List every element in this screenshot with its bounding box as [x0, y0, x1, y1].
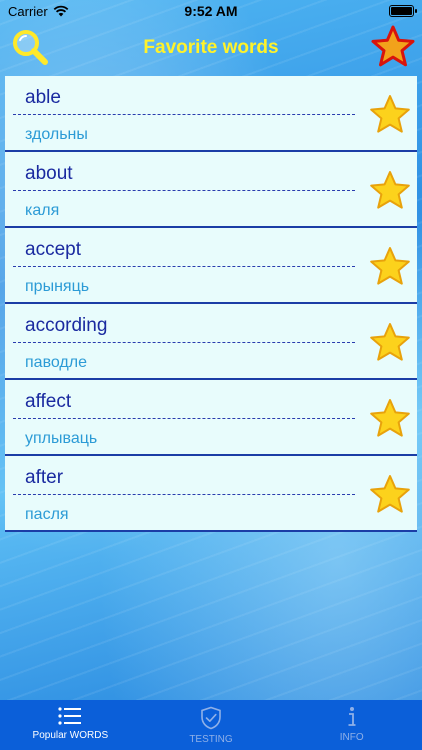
translation-text: прыняць	[25, 278, 90, 295]
list-item[interactable]: able здольны	[5, 76, 417, 152]
tab-label: INFO	[339, 732, 364, 743]
divider	[13, 494, 355, 495]
word-text: affect	[25, 391, 72, 412]
battery-icon	[389, 5, 417, 17]
carrier-label: Carrier	[8, 3, 48, 19]
tab-bar: Popular WORDS TESTING INFO	[0, 700, 422, 750]
list-item[interactable]: after пасля	[5, 456, 417, 532]
tab-info[interactable]: INFO	[281, 700, 422, 750]
word-text: able	[25, 87, 61, 108]
word-list: able здольны about каля accept прыняць a…	[5, 76, 417, 532]
carrier-group: Carrier	[8, 4, 69, 19]
tab-label: Popular WORDS	[32, 730, 109, 741]
tab-popular-words[interactable]: Popular WORDS	[0, 700, 141, 750]
wifi-icon	[53, 5, 69, 17]
word-text: accept	[25, 239, 81, 260]
tab-testing[interactable]: TESTING	[141, 700, 282, 750]
divider	[13, 418, 355, 419]
shield-check-icon	[201, 706, 221, 730]
list-icon	[58, 707, 82, 725]
translation-text: уплываць	[25, 430, 98, 447]
list-item[interactable]: according паводле	[5, 304, 417, 380]
status-bar: Carrier 9:52 AM	[0, 0, 422, 22]
star-icon[interactable]	[369, 322, 411, 364]
star-icon[interactable]	[369, 398, 411, 440]
star-icon[interactable]	[369, 474, 411, 516]
list-item[interactable]: accept прыняць	[5, 228, 417, 304]
divider	[13, 266, 355, 267]
tab-label: TESTING	[189, 734, 233, 745]
divider	[13, 190, 355, 191]
word-text: about	[25, 163, 73, 184]
translation-text: паводле	[25, 354, 87, 371]
star-icon[interactable]	[369, 94, 411, 136]
translation-text: здольны	[25, 126, 88, 143]
translation-text: пасля	[25, 506, 69, 523]
search-icon[interactable]	[8, 26, 52, 70]
translation-text: каля	[25, 202, 60, 219]
word-text: according	[25, 315, 108, 336]
divider	[13, 342, 355, 343]
star-icon[interactable]	[369, 246, 411, 288]
star-icon[interactable]	[369, 170, 411, 212]
divider	[13, 114, 355, 115]
nav-header: Favorite words	[0, 22, 422, 74]
word-text: after	[25, 467, 64, 488]
favorites-star-icon[interactable]	[370, 24, 416, 70]
page-title: Favorite words	[143, 37, 279, 58]
info-icon	[348, 707, 356, 726]
list-item[interactable]: about каля	[5, 152, 417, 228]
list-item[interactable]: affect уплываць	[5, 380, 417, 456]
